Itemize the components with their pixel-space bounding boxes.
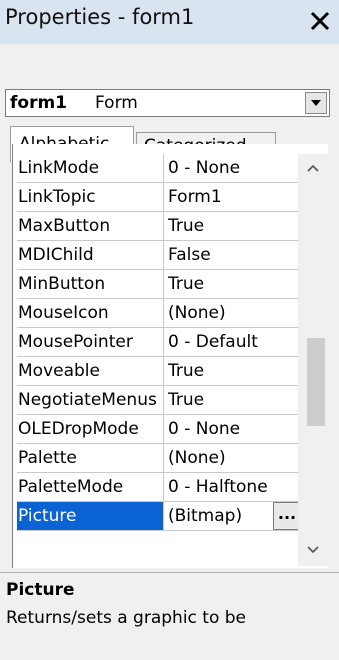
chevron-down-icon bbox=[311, 100, 321, 106]
property-value[interactable]: (None) bbox=[168, 444, 226, 472]
property-row[interactable]: NegotiateMenus True bbox=[17, 386, 311, 415]
object-selector-dropdown[interactable]: form1 Form bbox=[5, 89, 330, 117]
description-pane: Picture Returns/sets a graphic to be bbox=[0, 572, 339, 660]
property-row[interactable]: MDIChild False bbox=[17, 241, 311, 270]
title-bar: Properties - form1 bbox=[0, 0, 339, 44]
property-value[interactable]: True bbox=[168, 270, 204, 298]
property-row[interactable]: MaxButton True bbox=[17, 212, 311, 241]
property-value[interactable]: True bbox=[168, 357, 204, 385]
scroll-thumb[interactable] bbox=[307, 338, 325, 426]
dropdown-arrow-button[interactable] bbox=[305, 92, 327, 114]
close-x-icon bbox=[310, 11, 330, 31]
property-value[interactable]: (None) bbox=[168, 299, 226, 327]
scroll-up-button[interactable] bbox=[298, 154, 328, 182]
property-row[interactable]: OLEDropMode 0 - None bbox=[17, 415, 311, 444]
chevron-down-icon bbox=[307, 546, 319, 554]
property-value[interactable]: 0 - Default bbox=[168, 328, 258, 356]
property-row[interactable]: MouseIcon (None) bbox=[17, 299, 311, 328]
property-value[interactable]: 0 - None bbox=[168, 154, 240, 182]
property-row[interactable]: Picture (Bitmap)... bbox=[17, 502, 311, 531]
property-value[interactable]: False bbox=[168, 241, 211, 269]
property-name: LinkTopic bbox=[17, 183, 164, 211]
property-row[interactable]: Palette (None) bbox=[17, 444, 311, 473]
property-row[interactable]: PaletteMode 0 - Halftone bbox=[17, 473, 311, 502]
property-name: Moveable bbox=[17, 357, 164, 385]
property-name: MousePointer bbox=[17, 328, 164, 356]
property-value[interactable]: (Bitmap) bbox=[168, 502, 242, 530]
vertical-scrollbar[interactable] bbox=[298, 154, 328, 566]
property-value[interactable]: True bbox=[168, 212, 204, 240]
property-value[interactable]: Form1 bbox=[168, 183, 222, 211]
description-title: Picture bbox=[6, 580, 75, 600]
property-row[interactable]: LinkTopic Form1 bbox=[17, 183, 311, 212]
property-name: LinkMode bbox=[17, 154, 164, 182]
window-title: Properties - form1 bbox=[5, 5, 195, 29]
scroll-down-button[interactable] bbox=[298, 536, 328, 564]
object-name: form1 bbox=[10, 93, 68, 113]
property-name: PaletteMode bbox=[17, 473, 164, 501]
property-value[interactable]: 0 - Halftone bbox=[168, 473, 268, 501]
property-value[interactable]: 0 - None bbox=[168, 415, 240, 443]
browse-ellipsis-button[interactable]: ... bbox=[273, 502, 301, 530]
property-row[interactable]: LinkMode 0 - None bbox=[17, 154, 311, 183]
property-name: MaxButton bbox=[17, 212, 164, 240]
property-row[interactable]: MousePointer 0 - Default bbox=[17, 328, 311, 357]
property-row[interactable]: MinButton True bbox=[17, 270, 311, 299]
property-value[interactable]: True bbox=[168, 386, 204, 414]
property-name: MinButton bbox=[17, 270, 164, 298]
description-text: Returns/sets a graphic to be bbox=[6, 608, 247, 628]
property-name: Picture bbox=[17, 502, 164, 530]
close-button[interactable] bbox=[305, 4, 335, 38]
property-grid: LinkMode 0 - None LinkTopic Form1 MaxButton T… bbox=[12, 144, 328, 568]
property-name: MDIChild bbox=[17, 241, 164, 269]
property-name: MouseIcon bbox=[17, 299, 164, 327]
properties-window: Properties - form1 form1 Form Categorize… bbox=[0, 0, 339, 660]
property-name: OLEDropMode bbox=[17, 415, 164, 443]
object-type: Form bbox=[95, 93, 138, 113]
chevron-up-icon bbox=[307, 164, 319, 172]
property-name: Palette bbox=[17, 444, 164, 472]
property-name: NegotiateMenus bbox=[17, 386, 164, 414]
property-row[interactable]: Moveable True bbox=[17, 357, 311, 386]
